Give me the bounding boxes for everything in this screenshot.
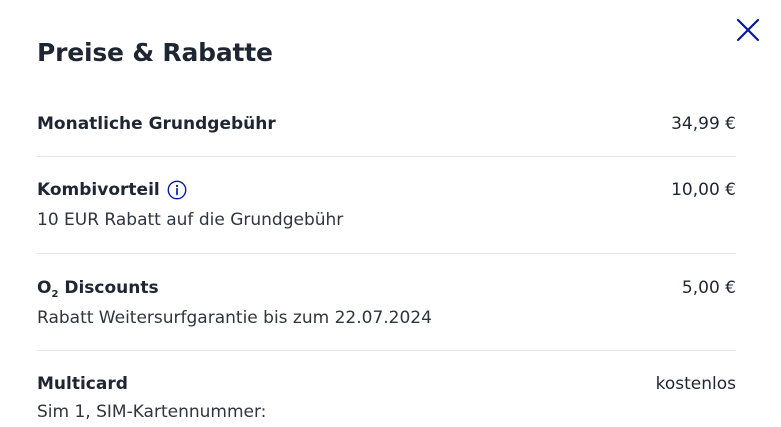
- o2-subscript: 2: [51, 289, 59, 300]
- o2-prefix: O: [37, 278, 52, 298]
- kombivorteil-price: 10,00 €: [671, 180, 736, 200]
- discounts-text: Discounts: [64, 278, 159, 298]
- kombivorteil-description: 10 EUR Rabatt auf die Grundgebühr: [37, 210, 344, 230]
- o2-discounts-description: Rabatt Weitersurfgarantie bis zum 22.07.…: [37, 308, 432, 328]
- price-rows-content: Kombivorteil 10,00 € 10 EUR Rabatt auf d…: [37, 0, 736, 427]
- close-icon[interactable]: [735, 17, 761, 43]
- kombivorteil-label: Kombivorteil: [37, 180, 160, 200]
- kombivorteil-label-wrap: Kombivorteil: [37, 178, 187, 202]
- o2-discounts-label: O2 Discounts: [37, 276, 159, 300]
- info-circle-icon[interactable]: [167, 180, 187, 200]
- o2-discounts-price: 5,00 €: [681, 278, 736, 298]
- divider: [37, 350, 736, 351]
- multicard-price: kostenlos: [655, 374, 736, 394]
- multicard-description: Sim 1, SIM-Kartennummer:: [37, 402, 267, 422]
- multicard-label: Multicard: [37, 374, 128, 394]
- divider: [37, 253, 736, 254]
